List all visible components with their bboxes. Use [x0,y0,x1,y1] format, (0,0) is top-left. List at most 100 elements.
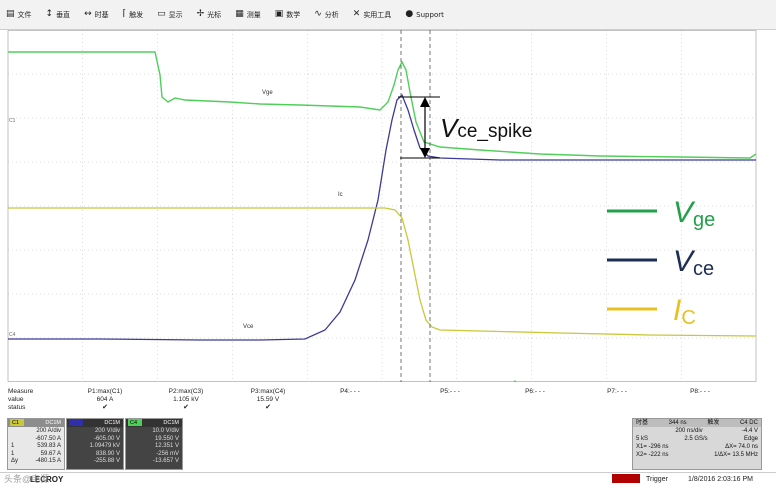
menu-measure[interactable]: ▦ 测量 [235,10,261,20]
menu-label: 测量 [246,10,261,19]
measure-icon: ▦ [235,9,244,19]
timebase-title: 时基 [636,420,649,426]
channel-tag: C1 [10,419,24,426]
channel-value-text: 12.351 V [154,443,179,449]
cursor-dx-label: ΔX= [725,444,737,450]
channel-value-text: 10.0 V/div [152,428,179,434]
measure-table: Measure P1:max(C1) P2:max(C3) P3:max(C4) P4… [0,384,776,414]
menu-display[interactable]: ▭ 显示 [157,10,183,20]
channel-value: 10.0 V/div [129,428,179,436]
menu-vertical[interactable]: ↕ 垂直 [46,10,71,20]
channel-value: 1.09479 kV [70,443,120,451]
trigger-level: -4.4 V [741,428,758,434]
channel-value-text: 59.67 A [40,450,61,457]
timebase-srate: 2.5 GS/s [684,436,708,442]
channel-value: 19.550 V [129,436,179,444]
menu-label: 数学 [286,10,301,19]
channel-value-text: -605.00 V [93,435,120,442]
channel-value: 838.90 V [70,451,120,459]
channel-value: -607.50 A [11,436,61,444]
status-bar: LECROY Trigger 1/8/2016 2:03:16 PM [0,472,776,487]
menu-label: 触发 [129,10,144,19]
measure-status-cell: ✔ [183,404,189,411]
cursor-inv-dx-value: 13.5 MHz [732,452,758,458]
channel-value: -13.657 V [129,458,179,466]
trigger-mode: Edge [743,436,758,442]
channel-value-text: 1.09479 kV [89,443,120,449]
trigger-title: 触发 [707,420,720,426]
trigger-status: Trigger [646,476,668,483]
measure-status-row: status ✔ ✔ ✔ [0,403,776,412]
cursor-x2-label: X2= [636,452,647,458]
tools-icon: ✕ [352,9,361,19]
menu-file[interactable]: ▤ 文件 [6,10,32,20]
menu-label: 分析 [324,10,339,19]
menu-label: Support [416,10,444,19]
support-icon: ● [405,9,414,19]
channel-value: 1 539.83 A [11,443,61,451]
channel-value-text: -256 mV [156,450,179,457]
channel-value-text: 19.550 V [154,435,179,442]
channel-panel[interactable]: DC1M 200 V/div -605.00 V 1.09479 kV 838.90 V… [66,418,124,470]
ic-trace-label: Ic [338,192,343,198]
menu-label: 文件 [17,10,32,19]
watermark: 头条@电源 [4,474,50,484]
datetime: 1/8/2016 2:03:16 PM [688,476,753,483]
vertical-icon: ↕ [45,9,54,19]
timebase-samples: 5 kS [636,436,649,442]
channel-value: 12.351 V [129,443,179,451]
channel-coupling: DC1M [45,420,61,426]
channel-panels: C1 DC1M 200 A/div -607.50 A 1 539.83 A 1 59.67 … [7,418,184,470]
cursor-inv-dx-label: 1/ΔX= [714,452,731,458]
channel-value-text: 200 V/div [94,428,120,434]
channel-panel[interactable]: C1 DC1M 200 A/div -607.50 A 1 539.83 A 1 59.67 … [7,418,65,470]
menu-tools[interactable]: ✕ 实用工具 [353,10,392,20]
channel-value-label: 1 [11,450,15,457]
channel-value-text: -255.88 V [93,458,120,464]
channel-panel-header: C1 DC1M [8,419,64,427]
math-icon: ▣ [274,9,284,19]
trigger-icon: ⌈ [122,9,127,19]
channel-value-label: Δy [11,458,19,464]
menu-timebase[interactable]: ↔ 时基 [84,10,109,20]
display-icon: ▭ [157,9,166,19]
channel-marker-c1: C1 [9,118,16,124]
menu-support[interactable]: ● Support [405,10,444,19]
channel-value-text: -13.657 V [152,458,179,464]
channel-coupling: DC1M [104,420,120,426]
analysis-icon: ∿ [314,9,322,19]
channel-value-text: 539.83 A [37,443,61,449]
oscilloscope-display: Vge Ic Vce C1 C4 Vce_spike VgeVceIC [7,30,757,382]
vce-trace-label: Vce [243,324,254,330]
timebase-icon: ↔ [84,9,92,19]
menu-cursor[interactable]: ✢ 光标 [197,10,222,20]
cursor-x1-label: X1= [636,444,647,450]
channel-panel-header: C4 DC1M [126,419,182,427]
cursor-dx-value: 74.0 ns [738,444,758,450]
channel-value: -605.00 V [70,436,120,444]
menu-label: 垂直 [56,10,71,19]
timebase-tdiv: 200 ns/div [675,428,703,434]
menu-label: 显示 [168,10,183,19]
menu-label: 光标 [207,10,222,19]
menu-trigger[interactable]: ⌈ 触发 [123,10,144,20]
menu-analysis[interactable]: ∿ 分析 [314,10,339,20]
channel-value: 200 V/div [70,428,120,436]
channel-value: Δy -480.15 A [11,458,61,466]
cursor-icon: ✢ [196,9,205,19]
menu-math[interactable]: ▣ 数学 [275,10,301,20]
channel-marker-c4: C4 [9,332,16,338]
channel-tag: C4 [128,419,142,426]
menubar: ▤ 文件 ↕ 垂直 ↔ 时基 ⌈ 触发 ▭ 显示 ✢ 光标 ▦ 测量 ▣ 数学 ∿ 分析 ✕ 实用工具 ● Support [0,0,776,30]
trigger-channel: C4 DC [739,420,758,426]
measure-row-label: status [8,404,26,411]
channel-value: -255.88 V [70,458,120,466]
channel-value-text: 838.90 V [95,450,120,457]
channel-panel[interactable]: C4 DC1M 10.0 V/div 19.550 V 12.351 V -256 mV -… [125,418,183,470]
timebase-panel[interactable]: 时基 344 ns 触发 C4 DC 200 ns/div -4.4 V 5 k… [632,418,762,470]
channel-value: 200 A/div [11,428,61,436]
menu-label: 实用工具 [363,10,392,19]
cursor-x1-value: -296 ns [648,444,669,450]
trigger-indicator [612,474,640,483]
channel-coupling: DC1M [163,420,179,426]
